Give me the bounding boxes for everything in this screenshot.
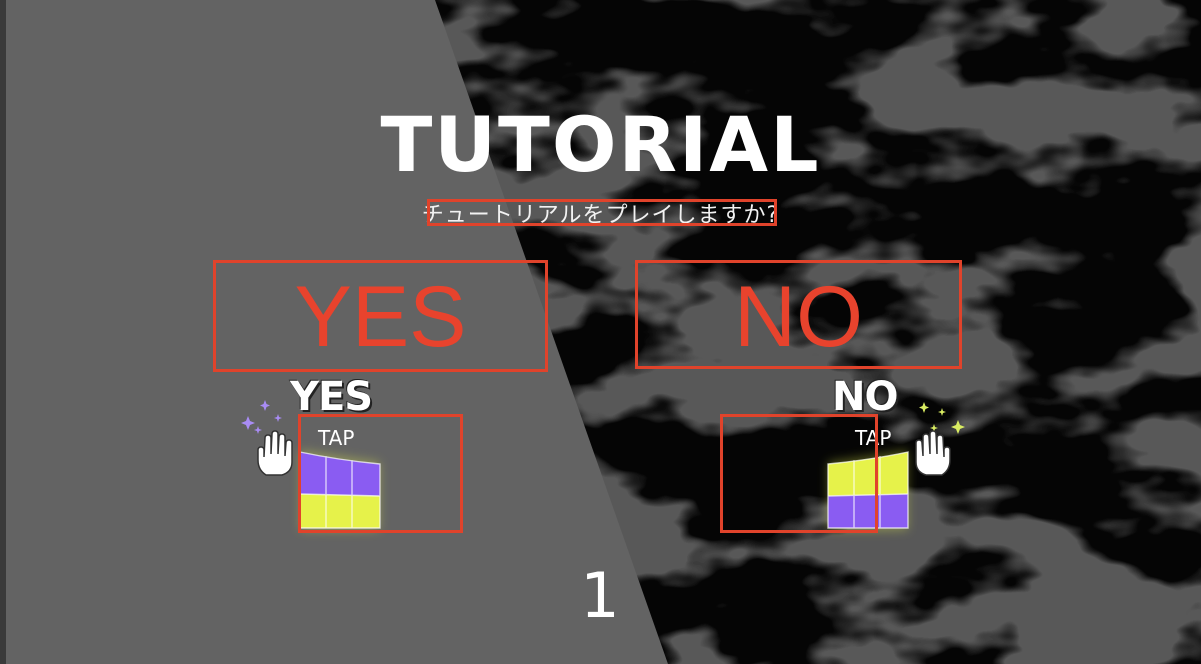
yes-annotation-label: YES <box>294 269 467 365</box>
page-title: TUTORIAL <box>380 100 821 189</box>
no-tap-annotation-box <box>720 414 878 533</box>
tutorial-screen: TUTORIAL チュートリアルをプレイしますか? YES NO YES TAP <box>0 0 1201 664</box>
prompt-highlight-box <box>427 199 777 226</box>
yes-tap-annotation-box <box>298 414 463 533</box>
countdown-timer: 1 <box>580 559 620 632</box>
no-annotation-label: NO <box>734 269 863 365</box>
no-button-label[interactable]: NO <box>832 377 898 417</box>
yes-button-label[interactable]: YES <box>290 377 373 417</box>
